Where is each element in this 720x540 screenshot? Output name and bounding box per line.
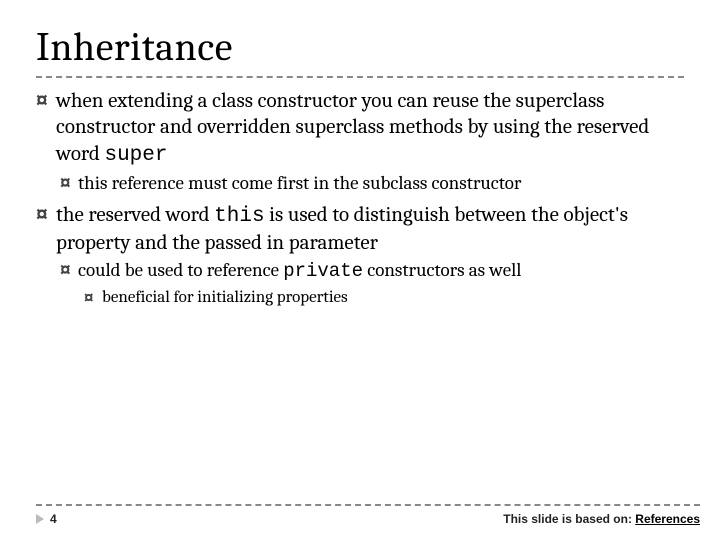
references-link[interactable]: References [635, 512, 700, 526]
bullet-marker-icon: ¤ [36, 202, 56, 257]
bullet-level1: ¤ the reserved word this is used to dist… [36, 202, 684, 257]
bullet-text: when extending a class constructor you c… [56, 88, 684, 169]
slide: Inheritance ¤ when extending a class con… [0, 0, 720, 540]
bullet-marker-icon: ¤ [84, 287, 102, 308]
credit-prefix: This slide is based on: [503, 512, 635, 526]
triangle-icon [36, 514, 44, 524]
bullet-marker-icon: ¤ [60, 172, 78, 196]
title-divider [36, 76, 684, 78]
text-run: the reserved word [56, 203, 214, 227]
code-run: this [214, 205, 264, 228]
footer-divider [36, 504, 700, 506]
code-run: private [283, 260, 363, 282]
bullet-level2: ¤ could be used to reference private con… [60, 259, 684, 284]
bullet-text: beneficial for initializing properties [102, 287, 684, 308]
text-run: constructors as well [363, 259, 521, 281]
page-marker: 4 [36, 512, 57, 526]
bullet-text: could be used to reference private const… [78, 259, 684, 284]
slide-footer: 4 This slide is based on: References [36, 504, 700, 526]
bullet-level3: ¤ beneficial for initializing properties [84, 287, 684, 308]
slide-title: Inheritance [36, 24, 684, 70]
slide-content: ¤ when extending a class constructor you… [36, 88, 684, 308]
bullet-level1: ¤ when extending a class constructor you… [36, 88, 684, 169]
footer-credit: This slide is based on: References [503, 512, 700, 526]
page-number: 4 [50, 512, 57, 526]
footer-row: 4 This slide is based on: References [36, 512, 700, 526]
bullet-text: this reference must come first in the su… [78, 172, 684, 196]
bullet-level2: ¤ this reference must come first in the … [60, 172, 684, 196]
bullet-marker-icon: ¤ [60, 259, 78, 284]
bullet-marker-icon: ¤ [36, 88, 56, 169]
text-run: could be used to reference [78, 259, 283, 281]
bullet-text: the reserved word this is used to distin… [56, 202, 684, 257]
code-run: super [104, 144, 167, 167]
